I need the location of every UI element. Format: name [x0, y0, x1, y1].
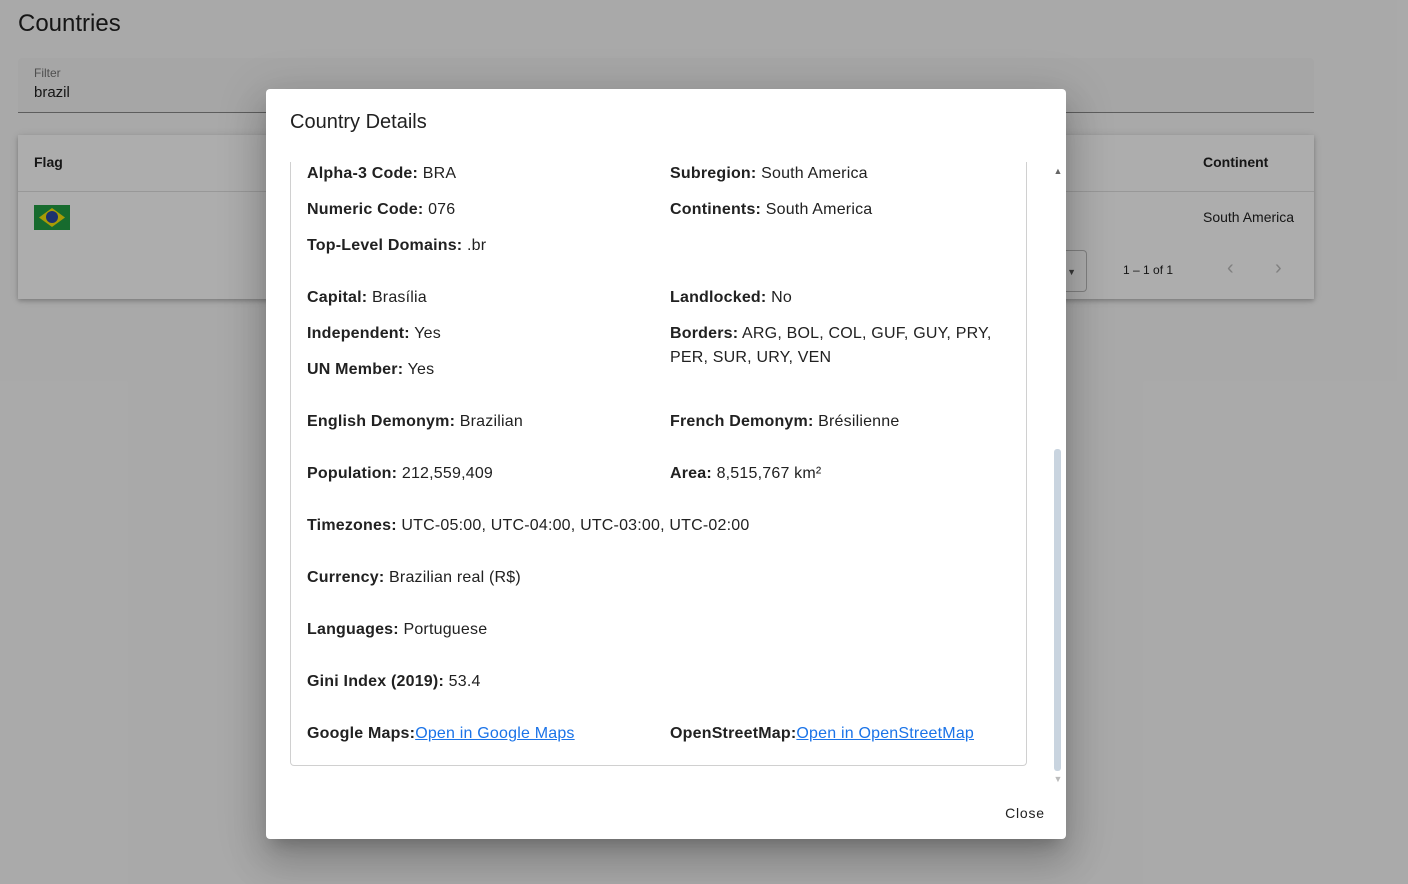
dialog-title: Country Details	[290, 111, 427, 133]
field-subregion: Subregion: South America	[670, 165, 868, 182]
field-french-demonym: French Demonym: Brésilienne	[670, 413, 900, 430]
scroll-up-icon[interactable]: ▲	[1053, 166, 1063, 176]
field-openstreetmap: OpenStreetMap:Open in OpenStreetMap	[670, 725, 975, 742]
field-google-maps: Google Maps:Open in Google Maps	[307, 725, 575, 742]
google-maps-link[interactable]: Open in Google Maps	[415, 725, 574, 742]
field-numeric-code: Numeric Code: 076	[307, 201, 456, 218]
field-area: Area: 8,515,767 km²	[670, 465, 822, 482]
field-independent: Independent: Yes	[307, 325, 441, 342]
scroll-down-icon[interactable]: ▼	[1053, 774, 1063, 784]
close-button[interactable]: Close	[992, 799, 1058, 827]
field-english-demonym: English Demonym: Brazilian	[307, 413, 523, 430]
dialog-scrollbar[interactable]: ▲ ▼	[1052, 162, 1064, 789]
field-currency: Currency: Brazilian real (R$)	[307, 569, 521, 586]
field-continents: Continents: South America	[670, 201, 873, 218]
field-capital: Capital: Brasília	[307, 289, 427, 306]
field-gini: Gini Index (2019): 53.4	[307, 673, 481, 690]
openstreetmap-link[interactable]: Open in OpenStreetMap	[796, 725, 974, 742]
scrollbar-thumb[interactable]	[1054, 449, 1061, 771]
field-landlocked: Landlocked: No	[670, 289, 792, 306]
dialog-content: Alpha-3 Code: BRA Subregion: South Ameri…	[290, 162, 1027, 766]
field-tld: Top-Level Domains: .br	[307, 237, 487, 254]
field-languages: Languages: Portuguese	[307, 621, 488, 638]
field-un-member: UN Member: Yes	[307, 361, 435, 378]
field-timezones: Timezones: UTC-05:00, UTC-04:00, UTC-03:…	[307, 517, 750, 534]
field-population: Population: 212,559,409	[307, 465, 494, 482]
country-details-dialog: Country Details Alpha-3 Code: BRA Subreg…	[266, 89, 1066, 839]
field-borders: Borders: ARG, BOL, COL, GUF, GUY, PRY, P…	[670, 325, 992, 366]
field-alpha3: Alpha-3 Code: BRA	[307, 165, 457, 182]
